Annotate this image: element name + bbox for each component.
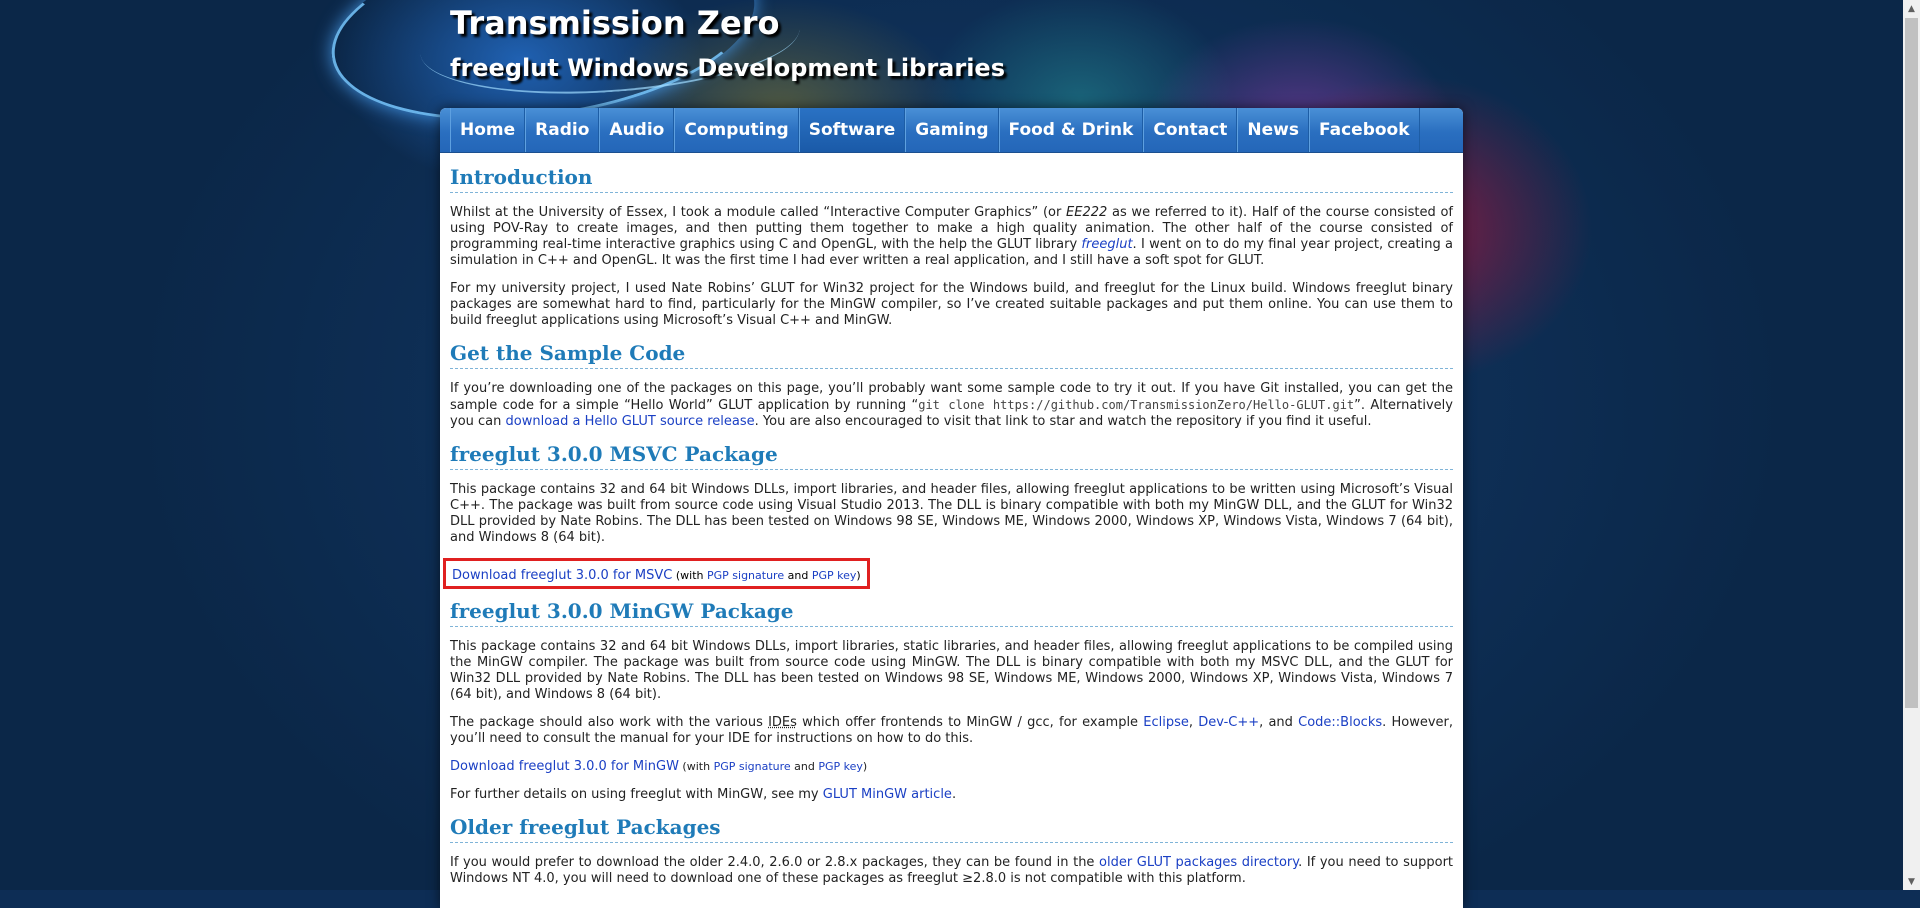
codeblocks-link[interactable]: Code::Blocks [1298, 715, 1382, 730]
nav-contact[interactable]: Contact [1143, 108, 1238, 152]
heading-mingw-package: freeglut 3.0.0 MinGW Package [450, 599, 1453, 627]
msvc-with-text: (with [672, 569, 707, 582]
scroll-down-icon[interactable]: ▼ [1903, 873, 1920, 890]
mingw-text: The package should also work with the va… [450, 715, 769, 730]
mingw-ide-paragraph: The package should also work with the va… [450, 715, 1453, 747]
msvc-and-text: and [784, 569, 812, 582]
mingw-description: This package contains 32 and 64 bit Wind… [450, 639, 1453, 702]
download-mingw-link[interactable]: Download freeglut 3.0.0 for MinGW [450, 759, 679, 774]
nav-software[interactable]: Software [798, 108, 906, 152]
download-msvc-link[interactable]: Download freeglut 3.0.0 for MSVC [452, 568, 672, 583]
mingw-further-details: For further details on using freeglut wi… [450, 787, 1453, 803]
site-subtitle: freeglut Windows Development Libraries [450, 54, 1005, 82]
nav-facebook[interactable]: Facebook [1309, 108, 1420, 152]
nav-gaming[interactable]: Gaming [905, 108, 999, 152]
mingw-text: which offer frontends to MinGW / gcc, fo… [796, 715, 1144, 730]
sample-paragraph: If you’re downloading one of the package… [450, 381, 1453, 430]
sample-text: . You are also encouraged to visit that … [754, 414, 1372, 429]
mingw-text: , [1188, 715, 1199, 730]
nav-food-drink[interactable]: Food & Drink [998, 108, 1144, 152]
mingw-pgp-key-link[interactable]: PGP key [818, 760, 863, 773]
mingw-text: . [951, 787, 957, 802]
nav-radio[interactable]: Radio [525, 108, 600, 152]
eclipse-link[interactable]: Eclipse [1143, 715, 1189, 730]
article-content: Introduction Whilst at the University of… [440, 153, 1463, 887]
intro-paragraph-1: Whilst at the University of Essex, I too… [450, 205, 1453, 269]
older-paragraph: If you would prefer to download the olde… [450, 855, 1453, 887]
mingw-text: , and [1259, 715, 1299, 730]
heading-msvc-package: freeglut 3.0.0 MSVC Package [450, 442, 1453, 470]
nav-audio[interactable]: Audio [599, 108, 675, 152]
msvc-pgp-key-link[interactable]: PGP key [812, 569, 857, 582]
msvc-pgp-signature-link[interactable]: PGP signature [707, 569, 784, 582]
heading-introduction: Introduction [450, 165, 1453, 193]
nav-home[interactable]: Home [450, 108, 526, 152]
hello-glut-release-link[interactable]: download a Hello GLUT source release [506, 414, 755, 429]
nav-news[interactable]: News [1237, 108, 1310, 152]
nav-computing[interactable]: Computing [674, 108, 799, 152]
msvc-close-text: ) [856, 569, 861, 582]
mingw-and-text: and [790, 760, 819, 773]
dev-cpp-link[interactable]: Dev-C++ [1198, 715, 1259, 730]
git-command: git clone https://github.com/Transmissio… [918, 398, 1355, 412]
scrollbar[interactable]: ▲ ▼ [1903, 0, 1920, 890]
mingw-text: For further details on using freeglut wi… [450, 787, 823, 802]
intro-paragraph-2: For my university project, I used Nate R… [450, 281, 1453, 328]
older-text: If you would prefer to download the olde… [450, 855, 1100, 870]
glut-mingw-article-link[interactable]: GLUT MinGW article [823, 787, 952, 802]
site-title: Transmission Zero [450, 4, 780, 42]
main-nav: Home Radio Audio Computing Software Gami… [440, 108, 1463, 153]
mingw-download-line: Download freeglut 3.0.0 for MinGW (with … [450, 759, 1453, 775]
mingw-pgp-signature-link[interactable]: PGP signature [714, 760, 791, 773]
heading-sample-code: Get the Sample Code [450, 341, 1453, 369]
msvc-download-highlight: Download freeglut 3.0.0 for MSVC (with P… [443, 558, 870, 589]
older-packages-link[interactable]: older GLUT packages directory [1099, 855, 1298, 870]
main-container: Home Radio Audio Computing Software Gami… [440, 108, 1463, 908]
msvc-description: This package contains 32 and 64 bit Wind… [450, 482, 1453, 545]
ides-abbreviation: IDEs [768, 715, 797, 730]
course-code: EE222 [1066, 205, 1108, 220]
mingw-with-text: (with [678, 760, 714, 773]
freeglut-link[interactable]: freeglut [1081, 237, 1132, 252]
scrollbar-thumb[interactable] [1905, 18, 1918, 708]
mingw-close-text: ) [862, 760, 868, 773]
heading-older-packages: Older freeglut Packages [450, 815, 1453, 843]
intro-text: Whilst at the University of Essex, I too… [450, 205, 1067, 220]
scroll-up-icon[interactable]: ▲ [1903, 0, 1920, 17]
